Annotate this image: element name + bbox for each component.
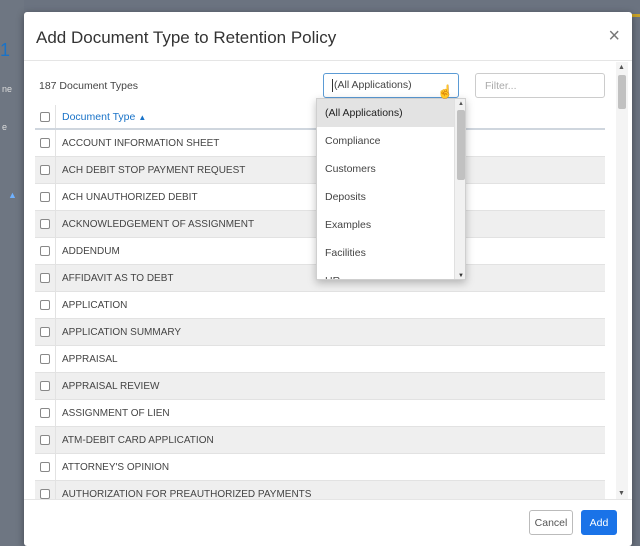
row-check-cell (35, 265, 56, 291)
document-type-name: ACH DEBIT STOP PAYMENT REQUEST (62, 164, 246, 176)
filter-input[interactable] (475, 73, 605, 98)
dropdown-option[interactable]: Deposits (317, 183, 454, 211)
background-left-panel (0, 0, 24, 546)
application-select-value: (All Applications) (334, 79, 412, 91)
row-checkbox[interactable] (40, 192, 50, 202)
row-checkbox[interactable] (40, 273, 50, 283)
dropdown-scroll-down-icon[interactable]: ▼ (458, 273, 464, 279)
row-check-cell (35, 211, 56, 237)
row-checkbox[interactable] (40, 246, 50, 256)
table-scrollbar[interactable]: ▲ ▼ (616, 62, 628, 499)
table-row[interactable]: AUTHORIZATION FOR PREAUTHORIZED PAYMENTS (35, 481, 605, 499)
row-checkbox[interactable] (40, 489, 50, 499)
document-type-name: APPRAISAL (62, 353, 118, 365)
row-checkbox[interactable] (40, 219, 50, 229)
background-text-fragment: ne (2, 84, 13, 94)
cancel-button[interactable]: Cancel (529, 510, 573, 535)
document-type-name: ADDENDUM (62, 245, 120, 257)
dropdown-option[interactable]: Facilities (317, 239, 454, 267)
document-type-name: APPLICATION SUMMARY (62, 326, 182, 338)
text-caret (332, 79, 333, 92)
table-row[interactable]: APPLICATION SUMMARY (35, 319, 605, 346)
dropdown-option[interactable]: (All Applications) (317, 99, 454, 127)
row-check-cell (35, 400, 56, 426)
close-icon[interactable]: × (608, 26, 620, 46)
add-document-type-dialog: Add Document Type to Retention Policy × … (24, 12, 632, 546)
dropdown-option[interactable]: Compliance (317, 127, 454, 155)
dropdown-scroll-up-icon[interactable]: ▲ (458, 101, 464, 107)
row-check-cell (35, 427, 56, 453)
row-check-cell (35, 157, 56, 183)
table-row[interactable]: ASSIGNMENT OF LIEN (35, 400, 605, 427)
row-check-cell (35, 454, 56, 480)
document-type-name: ATM-DEBIT CARD APPLICATION (62, 434, 214, 446)
row-check-cell (35, 346, 56, 372)
application-dropdown-list: (All Applications) Compliance Customers … (316, 98, 466, 280)
dropdown-scroll-thumb[interactable] (457, 110, 465, 180)
table-row[interactable]: APPLICATION (35, 292, 605, 319)
background-arrow-fragment: ▲ (8, 190, 17, 200)
background-number-fragment: 1 (0, 40, 11, 60)
document-type-name: ACCOUNT INFORMATION SHEET (62, 137, 220, 149)
select-all-cell (35, 105, 56, 128)
column-header-label: Document Type (62, 110, 136, 123)
dropdown-option[interactable]: Customers (317, 155, 454, 183)
document-type-name: APPLICATION (62, 299, 128, 311)
footer-divider (24, 499, 632, 500)
dropdown-option[interactable]: HR (317, 267, 454, 279)
row-checkbox[interactable] (40, 381, 50, 391)
document-type-name: ASSIGNMENT OF LIEN (62, 407, 170, 419)
hand-pointer-icon: ☝ (437, 84, 454, 99)
row-check-cell (35, 319, 56, 345)
dropdown-option[interactable]: Examples (317, 211, 454, 239)
document-type-count: 187 Document Types (39, 80, 139, 92)
select-all-checkbox[interactable] (40, 111, 50, 122)
row-checkbox[interactable] (40, 300, 50, 310)
document-type-name: ATTORNEY'S OPINION (62, 461, 170, 473)
row-check-cell (35, 184, 56, 210)
row-checkbox[interactable] (40, 327, 50, 337)
row-checkbox[interactable] (40, 408, 50, 418)
sort-ascending-icon: ▲ (138, 112, 147, 122)
row-checkbox[interactable] (40, 435, 50, 445)
document-type-name: APPRAISAL REVIEW (62, 380, 160, 392)
document-type-name: AFFIDAVIT AS TO DEBT (62, 272, 174, 284)
title-divider (24, 60, 632, 61)
row-check-cell (35, 292, 56, 318)
row-check-cell (35, 373, 56, 399)
document-type-name: ACH UNAUTHORIZED DEBIT (62, 191, 198, 203)
table-row[interactable]: ATTORNEY'S OPINION (35, 454, 605, 481)
row-checkbox[interactable] (40, 462, 50, 472)
document-type-name: AUTHORIZATION FOR PREAUTHORIZED PAYMENTS (62, 488, 312, 500)
table-row[interactable]: APPRAISAL (35, 346, 605, 373)
row-checkbox[interactable] (40, 354, 50, 364)
scroll-down-arrow-icon[interactable]: ▼ (618, 490, 625, 497)
scroll-up-arrow-icon[interactable]: ▲ (618, 64, 625, 71)
row-checkbox[interactable] (40, 138, 50, 148)
scroll-thumb[interactable] (618, 75, 626, 109)
table-row[interactable]: ATM-DEBIT CARD APPLICATION (35, 427, 605, 454)
add-button[interactable]: Add (581, 510, 617, 535)
row-check-cell (35, 238, 56, 264)
document-type-name: ACKNOWLEDGEMENT OF ASSIGNMENT (62, 218, 255, 230)
dropdown-scrollbar[interactable]: ▲ ▼ (454, 99, 465, 279)
row-checkbox[interactable] (40, 165, 50, 175)
background-text-fragment: e (2, 122, 8, 132)
row-check-cell (35, 130, 56, 156)
dialog-title: Add Document Type to Retention Policy (36, 28, 337, 47)
table-row[interactable]: APPRAISAL REVIEW (35, 373, 605, 400)
row-check-cell (35, 481, 56, 499)
column-header-document-type[interactable]: Document Type ▲ (56, 111, 146, 123)
